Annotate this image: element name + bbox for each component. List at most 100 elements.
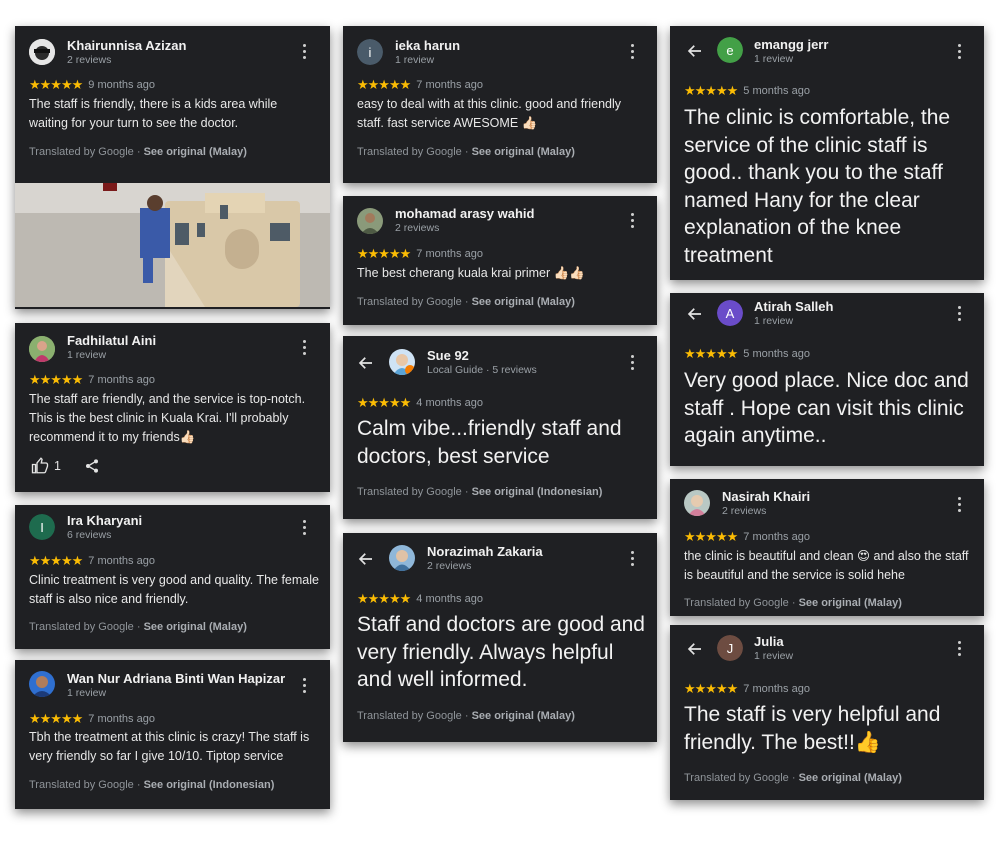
avatar[interactable]: A [717,300,743,326]
translated-label: Translated by Google [684,597,789,609]
review-date: 7 months ago [88,555,155,567]
see-original-link[interactable]: See original (Malay) [472,710,575,722]
review-text: The staff are friendly, and the service … [29,392,306,444]
see-original-link[interactable]: See original (Malay) [799,772,902,784]
translation-note: Translated by Google · See original (Ind… [29,779,274,791]
reviewer-name[interactable]: Norazimah Zakaria [427,544,543,559]
back-arrow-icon[interactable] [686,305,704,323]
avatar[interactable]: J [717,635,743,661]
like-button[interactable]: 1 [31,457,61,475]
reviewer-reviews-count: 1 review [754,53,794,65]
separator: · [136,621,141,633]
rating-row: ★★★★★ 7 months ago [357,246,483,262]
more-vert-icon[interactable] [631,551,635,567]
more-vert-icon[interactable] [303,678,307,694]
star-rating: ★★★★★ [357,77,411,92]
translated-label: Translated by Google [357,710,462,722]
star-rating: ★★★★★ [357,591,411,606]
reviewer-reviews-count: 2 reviews [67,54,112,66]
more-vert-icon[interactable] [958,497,962,513]
reviewer-name[interactable]: mohamad arasy wahid [395,206,534,221]
translated-label: Translated by Google [29,621,134,633]
review-card: Khairunnisa Azizan 2 reviews ★★★★★ 9 mon… [15,26,330,309]
back-arrow-icon[interactable] [686,640,704,658]
reviewer-name[interactable]: Khairunnisa Azizan [67,38,186,53]
avatar-initial-circle: J [717,635,743,661]
rating-row: ★★★★★ 5 months ago [684,346,810,362]
avatar[interactable]: i [357,39,383,65]
reviewer-name[interactable]: Atirah Salleh [754,299,833,314]
see-original-link[interactable]: See original (Malay) [472,146,575,158]
reviewer-name[interactable]: ieka harun [395,38,460,53]
more-vert-icon[interactable] [958,641,962,657]
avatar-initial: A [725,305,735,321]
review-text: Tbh the treatment at this clinic is craz… [29,730,310,763]
review-date: 7 months ago [416,248,483,260]
reviewer-reviews-count: 2 reviews [722,505,767,517]
back-arrow-icon[interactable] [686,42,704,60]
review-text: Staff and doctors are good and very frie… [357,613,645,691]
reviewer-name[interactable]: Nasirah Khairi [722,489,810,504]
avatar[interactable] [29,39,55,65]
person-photo-icon [29,39,55,65]
review-date: 7 months ago [743,683,810,695]
reviewer-name[interactable]: Ira Kharyani [67,513,142,528]
star-rating: ★★★★★ [684,529,738,544]
see-original-link[interactable]: See original (Malay) [144,621,247,633]
more-vert-icon[interactable] [958,306,962,322]
more-vert-icon[interactable] [631,44,635,60]
star-rating: ★★★★★ [684,346,738,361]
back-arrow-icon[interactable] [357,354,375,372]
avatar-initial: I [40,519,44,535]
avatar[interactable] [29,336,55,362]
reviewer-reviews-count: 1 review [395,54,435,66]
back-arrow-icon[interactable] [357,550,375,568]
avatar[interactable] [29,671,55,697]
avatar[interactable] [389,545,415,571]
star-rating: ★★★★★ [684,681,738,696]
see-original-link[interactable]: See original (Malay) [144,146,247,158]
star-rating: ★★★★★ [29,77,83,92]
share-icon[interactable] [84,458,100,474]
avatar[interactable] [357,208,383,234]
translated-label: Translated by Google [684,772,789,784]
reviewer-name[interactable]: emangg jerr [754,37,828,52]
more-vert-icon[interactable] [303,340,307,356]
see-original-link[interactable]: See original (Indonesian) [472,486,603,498]
more-vert-icon[interactable] [958,44,962,60]
reviewer-reviews-count: 5 reviews [492,364,537,376]
see-original-link[interactable]: See original (Indonesian) [144,779,275,791]
avatar-initial-circle: e [717,37,743,63]
reviewer-name[interactable]: Wan Nur Adriana Binti Wan Hapizar [67,671,285,686]
thumb-up-icon [31,457,49,474]
review-photo[interactable] [15,183,330,307]
more-vert-icon[interactable] [631,213,635,229]
avatar[interactable]: I [29,514,55,540]
person-photo-icon [684,490,710,516]
review-date: 7 months ago [88,713,155,725]
more-vert-icon[interactable] [303,44,307,60]
avatar[interactable]: e [717,37,743,63]
reviewer-name[interactable]: Julia [754,634,784,649]
translation-note: Translated by Google · See original (Mal… [357,146,575,158]
review-text: Very good place. Nice doc and staff . Ho… [684,369,969,447]
see-original-link[interactable]: See original (Malay) [799,597,902,609]
more-vert-icon[interactable] [303,520,307,536]
review-card: Nasirah Khairi 2 reviews ★★★★★ 7 months … [670,479,984,616]
star-rating: ★★★★★ [29,711,83,726]
review-date: 9 months ago [88,79,155,91]
rating-row: ★★★★★ 7 months ago [29,553,155,569]
see-original-link[interactable]: See original (Malay) [472,296,575,308]
reviewer-name[interactable]: Sue 92 [427,348,469,363]
review-date: 5 months ago [743,348,810,360]
reviewer-reviews-count: 6 reviews [67,529,112,541]
reviewer-meta: Local Guide · 5 reviews [427,364,537,376]
avatar[interactable] [389,349,415,375]
review-card: A Atirah Salleh 1 review ★★★★★ 5 months … [670,293,984,466]
more-vert-icon[interactable] [631,355,635,371]
separator: · [791,597,796,609]
avatar[interactable] [684,490,710,516]
review-card: Sue 92 Local Guide · 5 reviews ★★★★★ 4 m… [343,336,657,519]
avatar-initial-circle: i [357,39,383,65]
reviewer-name[interactable]: Fadhilatul Aini [67,333,156,348]
